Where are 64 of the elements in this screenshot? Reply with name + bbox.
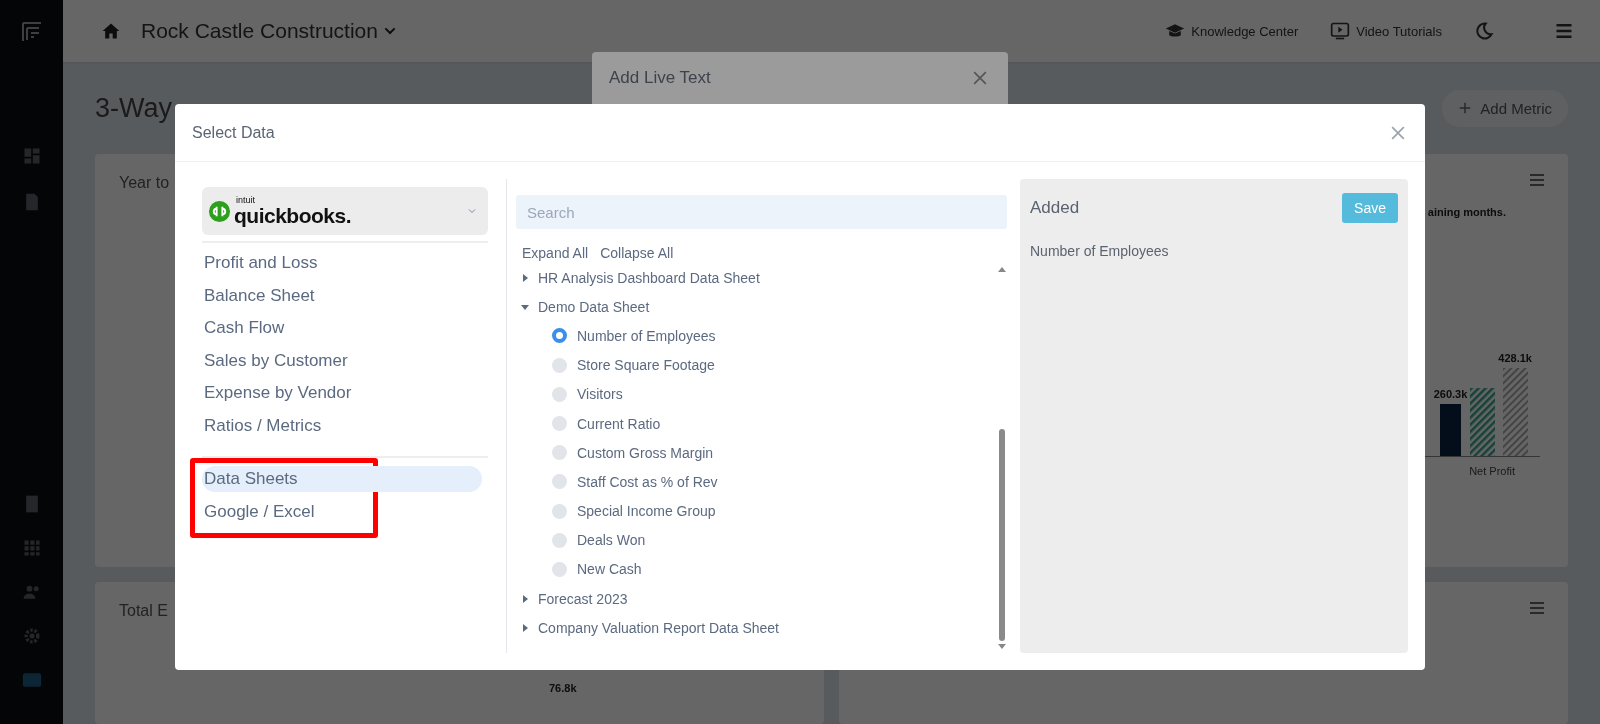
panel-title: Added — [1030, 198, 1080, 218]
home-icon — [101, 21, 121, 41]
scroll-down-icon[interactable] — [998, 644, 1006, 649]
video-tutorials-link[interactable]: Video Tutorials — [1356, 23, 1442, 39]
bar-value-label: 76.8k — [549, 682, 578, 694]
scroll-up-icon[interactable] — [998, 267, 1006, 272]
chart-note: aining months. — [1427, 206, 1506, 218]
bar-value-label: 428.1k — [1498, 352, 1532, 364]
collapse-all-link[interactable]: Collapse All — [600, 245, 674, 261]
tree-folder[interactable]: Forecast 2023 — [516, 584, 997, 614]
report-menu-item[interactable]: Sales by Customer — [202, 344, 488, 377]
card-title: Year to — [119, 174, 170, 192]
tree-item[interactable]: Current Ratio — [516, 408, 997, 439]
plus-icon — [1458, 101, 1473, 115]
report-menu-item[interactable]: Profit and Loss — [202, 247, 488, 280]
radio-button[interactable] — [552, 532, 567, 548]
card-title: Total E — [119, 602, 168, 620]
dialog-title: Select Data — [192, 123, 275, 142]
radio-button[interactable] — [552, 416, 567, 432]
report-menu-item[interactable]: Cash Flow — [202, 312, 488, 345]
report-menu-item[interactable]: Expense by Vendor — [202, 377, 488, 410]
radio-button[interactable] — [552, 357, 567, 373]
tree-folder[interactable]: Demo Data Sheet — [516, 292, 997, 322]
radio-button[interactable] — [552, 561, 567, 577]
brand-logo-text: quickbooks. — [234, 205, 352, 226]
expand-all-link[interactable]: Expand All — [522, 245, 589, 261]
tree-item[interactable]: Custom Gross Margin — [516, 438, 997, 468]
source-dropdown[interactable]: intuit quickbooks. — [202, 187, 488, 235]
radio-button[interactable] — [552, 503, 567, 519]
moon-icon — [1474, 21, 1494, 41]
radio-button[interactable] — [552, 474, 567, 490]
radio-button[interactable] — [552, 445, 567, 461]
added-item: Number of Employees — [1030, 243, 1170, 259]
menu-icon[interactable] — [1530, 174, 1544, 186]
qb-logo-icon — [208, 199, 231, 223]
hatched-bar — [1470, 388, 1496, 456]
tree-item[interactable]: Deals Won — [516, 525, 997, 555]
tree-folder[interactable]: HR Analysis Dashboard Data Sheet — [516, 263, 997, 293]
dialog-title: Add Live Text — [609, 68, 711, 89]
page-title: 3-Way — [95, 92, 172, 124]
menu-icon — [1554, 21, 1574, 41]
source-menu-item[interactable]: Data Sheets — [202, 466, 482, 492]
tree-item[interactable]: New Cash — [516, 554, 997, 585]
tree-item[interactable]: Special Income Group — [516, 496, 997, 526]
tree-item[interactable]: Visitors — [516, 379, 997, 409]
radio-button[interactable] — [552, 386, 567, 402]
bar-value-label: 260.3k — [1433, 388, 1468, 400]
company-name[interactable]: Rock Castle Construction — [141, 19, 378, 43]
report-menu-item[interactable]: Ratios / Metrics — [202, 409, 488, 442]
vendor-logo-text: intuit — [236, 196, 256, 205]
tree-item[interactable]: Number of Employees — [516, 321, 997, 351]
search-field[interactable]: Search — [516, 195, 1007, 229]
tree-folder[interactable]: Company Valuation Report Data Sheet — [516, 613, 997, 643]
menu-icon[interactable] — [1530, 602, 1544, 614]
report-menu-item[interactable]: Balance Sheet — [202, 279, 488, 312]
knowledge-center-link[interactable]: Knowledge Center — [1191, 23, 1299, 39]
video-icon — [1330, 21, 1351, 41]
tree-item[interactable]: Store Square Footage — [516, 350, 997, 380]
source-menu-item[interactable]: Google / Excel — [202, 496, 317, 528]
axis-label: Net Profit — [1469, 465, 1515, 477]
tree-item[interactable]: Staff Cost as % of Rev — [516, 467, 997, 497]
logo-icon — [19, 20, 44, 44]
radio-button[interactable] — [552, 328, 567, 344]
chart-bar — [1440, 404, 1461, 456]
